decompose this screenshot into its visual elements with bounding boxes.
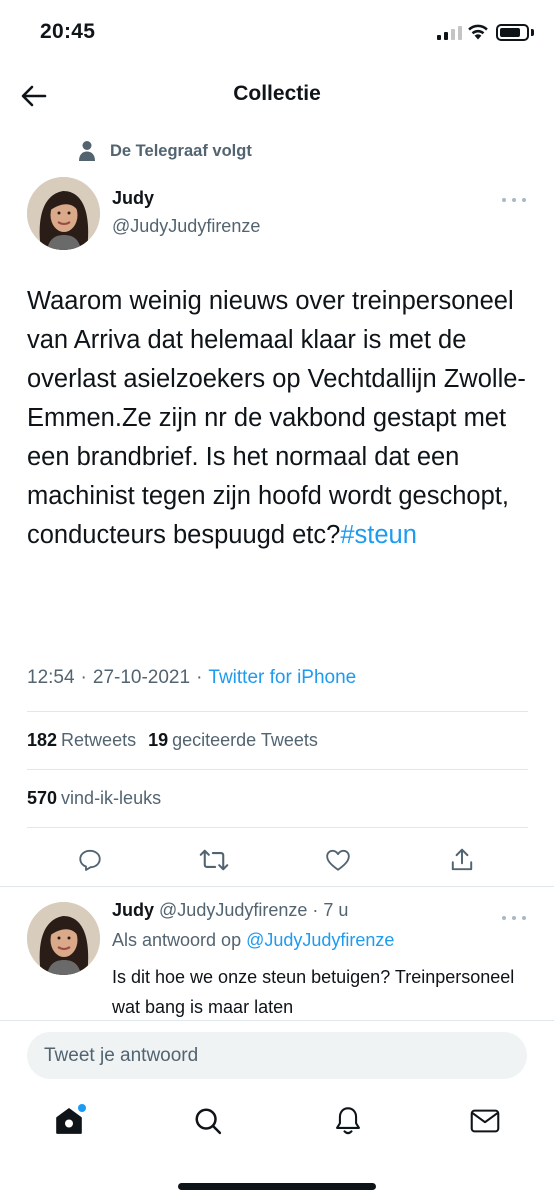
dot (502, 916, 506, 920)
like-icon (326, 849, 350, 871)
nav-bar: Collectie (0, 70, 554, 120)
stats-row-retweets: 182 Retweets 19 geciteerde Tweets (27, 730, 318, 751)
status-time: 20:45 (40, 20, 96, 43)
reply-age: · 7 u (312, 900, 349, 920)
share-icon (451, 848, 473, 871)
tweet-date: 27-10-2021 (92, 667, 191, 688)
reply-more-options-button[interactable] (502, 910, 526, 926)
dot (522, 916, 526, 920)
divider (27, 711, 528, 712)
reply-prefix: Als antwoord op (112, 930, 242, 950)
divider (0, 886, 554, 887)
tweet-body: Waarom weinig nieuws over treinpersoneel… (27, 287, 526, 549)
tweet-text: Waarom weinig nieuws over treinpersoneel… (27, 282, 532, 555)
reply-header: Judy @JudyJudyfirenze · 7 u (112, 900, 348, 921)
hashtag-link[interactable]: #steun (340, 521, 417, 549)
meta-separator: · (196, 667, 203, 688)
home-indicator (178, 1183, 376, 1190)
quotes-label: geciteerde Tweets (172, 730, 318, 750)
wifi-icon (468, 24, 488, 40)
tweet-source-link[interactable]: Twitter for iPhone (208, 667, 356, 689)
divider (27, 769, 528, 770)
meta-separator: · (80, 667, 87, 688)
author-name[interactable]: Judy (112, 188, 154, 209)
quotes-stat[interactable]: 19 geciteerde Tweets (148, 730, 318, 751)
quotes-count: 19 (148, 730, 169, 750)
reply-button[interactable] (74, 844, 106, 876)
reply-author-handle[interactable]: @JudyJudyfirenze (159, 900, 307, 920)
retweets-label: Retweets (61, 730, 137, 750)
notifications-icon (335, 1107, 360, 1135)
search-icon (195, 1108, 222, 1135)
reply-input[interactable] (27, 1032, 527, 1079)
reply-icon (79, 849, 101, 871)
avatar[interactable] (27, 177, 100, 250)
stats-row-likes: 570 vind-ik-leuks (27, 788, 161, 809)
reply-author-name[interactable]: Judy (112, 900, 154, 920)
retweet-icon (199, 849, 229, 871)
like-button[interactable] (322, 844, 354, 876)
tab-search[interactable] (191, 1104, 225, 1138)
reply-text: Is dit hoe we onze steun betuigen? Trein… (112, 967, 515, 1017)
avatar-image (27, 902, 100, 975)
dot (502, 198, 506, 202)
dot (512, 198, 516, 202)
compose-bar (0, 1020, 554, 1090)
cellular-signal-icon (437, 26, 462, 40)
reply-context: Als antwoord op @JudyJudyfirenze (112, 930, 394, 951)
more-options-button[interactable] (502, 192, 526, 208)
tab-home[interactable] (52, 1104, 86, 1138)
dot (512, 916, 516, 920)
status-bar: 20:45 (0, 0, 554, 66)
reply-to-link[interactable]: @JudyJudyfirenze (246, 930, 394, 950)
battery-cap (531, 29, 534, 36)
retweet-button[interactable] (198, 844, 230, 876)
tweet-time: 12:54 (27, 667, 75, 688)
social-context[interactable]: De Telegraaf volgt (78, 140, 252, 162)
divider (27, 827, 528, 828)
messages-icon (470, 1109, 500, 1133)
battery-icon (496, 24, 529, 41)
tweet-actions (0, 840, 554, 880)
author-handle[interactable]: @JudyJudyfirenze (112, 216, 260, 237)
tweet-meta: 12:54 · 27-10-2021 · Twitter for iPhone (27, 667, 356, 689)
retweets-count: 182 (27, 730, 58, 750)
person-icon (79, 141, 95, 161)
page-title: Collectie (233, 82, 321, 105)
likes-label: vind-ik-leuks (61, 788, 162, 808)
avatar-image (27, 177, 100, 250)
home-notification-dot (78, 1104, 86, 1112)
social-context-text: De Telegraaf volgt (110, 141, 252, 160)
dot (522, 198, 526, 202)
tab-notifications[interactable] (331, 1104, 365, 1138)
tab-messages[interactable] (468, 1104, 502, 1138)
reply-avatar[interactable] (27, 902, 100, 975)
share-button[interactable] (446, 844, 478, 876)
likes-count: 570 (27, 788, 58, 808)
likes-stat[interactable]: 570 vind-ik-leuks (27, 788, 161, 809)
retweets-stat[interactable]: 182 Retweets (27, 730, 136, 751)
